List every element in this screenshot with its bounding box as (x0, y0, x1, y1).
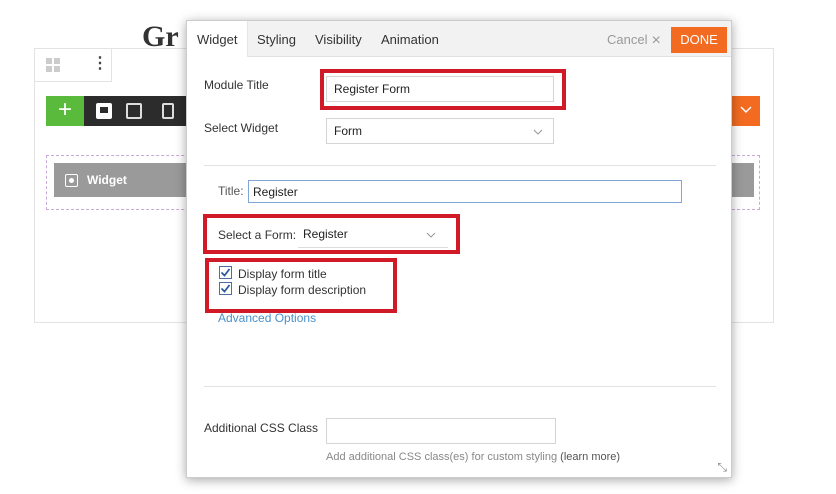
more-options-icon[interactable]: ⋮ (92, 55, 108, 73)
select-form-value: Register (303, 227, 348, 241)
widget-settings-modal: Widget Styling Visibility Animation Canc… (186, 20, 732, 478)
divider (204, 165, 716, 166)
divider (204, 386, 716, 387)
close-icon: × (651, 32, 661, 49)
tablet-landscape-icon[interactable] (126, 103, 142, 119)
display-description-label: Display form description (238, 283, 367, 297)
advanced-options-link[interactable]: Advanced Options (218, 311, 316, 325)
title-label: Title: (218, 184, 244, 198)
select-form-label: Select a Form: (218, 228, 297, 242)
widget-module-label: Widget (87, 173, 127, 187)
resize-handle-icon[interactable]: ⤡ (717, 460, 727, 475)
checkmark-icon (220, 268, 231, 277)
select-form-dropdown[interactable]: Register (298, 222, 448, 248)
add-module-button[interactable]: + (46, 96, 84, 126)
tab-styling[interactable]: Styling (257, 21, 296, 57)
additional-css-help-text: Add additional CSS class(es) for custom … (326, 451, 558, 463)
display-description-checkbox[interactable] (219, 282, 232, 295)
checkmark-icon (220, 284, 231, 293)
chevron-down-icon (740, 106, 752, 114)
tab-animation[interactable]: Animation (381, 21, 439, 57)
done-button[interactable]: DONE (671, 27, 727, 53)
tab-widget[interactable]: Widget (187, 21, 249, 57)
title-input[interactable] (248, 180, 682, 203)
additional-css-input[interactable] (326, 418, 556, 444)
row-options-button[interactable] (732, 96, 760, 126)
cancel-button[interactable]: Cancel × (607, 21, 661, 57)
modal-tab-bar: Widget Styling Visibility Animation Canc… (187, 21, 731, 57)
select-widget-label: Select Widget (204, 121, 279, 135)
module-title-input[interactable] (326, 76, 554, 102)
display-title-checkbox[interactable] (219, 266, 232, 279)
additional-css-label: Additional CSS Class (204, 421, 319, 435)
chevron-down-icon (533, 129, 543, 135)
display-title-label: Display form title (238, 267, 327, 281)
learn-more-link[interactable]: (learn more) (560, 451, 620, 463)
select-widget-dropdown[interactable]: Form (326, 118, 554, 144)
cancel-label: Cancel (607, 32, 648, 47)
select-widget-value: Form (334, 124, 362, 138)
gear-icon[interactable] (65, 174, 78, 187)
additional-css-help: Add additional CSS class(es) for custom … (326, 451, 620, 463)
grid-icon[interactable] (45, 57, 61, 73)
tab-visibility[interactable]: Visibility (315, 21, 362, 57)
chevron-down-icon (426, 232, 436, 238)
desktop-icon[interactable] (96, 103, 112, 119)
module-title-label: Module Title (204, 78, 269, 92)
tablet-portrait-icon[interactable] (162, 103, 174, 119)
